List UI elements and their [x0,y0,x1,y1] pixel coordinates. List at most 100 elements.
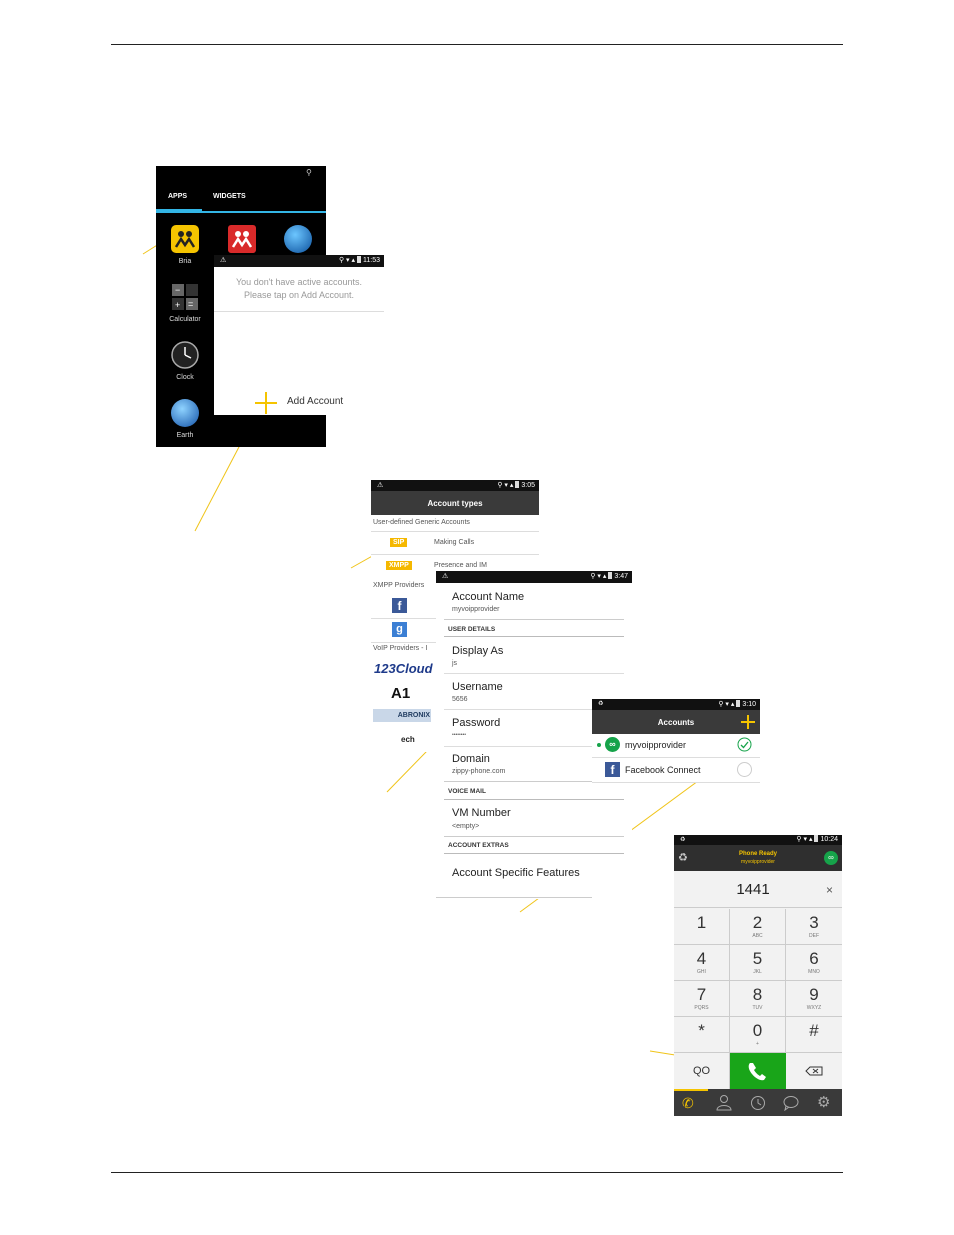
key-letters: PQRS [694,1005,709,1011]
divider [674,907,842,908]
svg-text:+: + [175,300,180,310]
logo-tech[interactable]: ech [401,735,415,744]
key-digit: # [809,1021,819,1040]
section-voip: VoIP Providers - I [373,645,428,652]
voicemail-icon: QO [692,1065,711,1077]
account-name-label[interactable]: Account Name [452,591,524,603]
password-label[interactable]: Password [452,717,500,729]
key-digit: 2 [752,913,763,932]
call-button[interactable] [730,1053,786,1089]
clear-icon[interactable]: × [826,883,833,897]
divider [214,311,384,312]
active-dot-icon [597,743,601,747]
tab-active-indicator [674,1089,708,1091]
keypad-key[interactable]: 6 MNO [786,945,842,981]
status-bar: ⚠ ⚲ ▾ ▴ 3:05 [371,480,539,491]
no-accounts-screen: ⚠ ⚲ ▾ ▴ 11:53 You don't have active accoun… [214,255,384,415]
voicemail-button[interactable]: QO [674,1053,730,1089]
xmpp-description[interactable]: Presence and IM [434,562,487,569]
password-value: •••••••• [452,732,467,738]
logo-123cloud[interactable]: 123Cloud [374,661,433,676]
tab-dialer-icon[interactable]: ✆ [682,1095,694,1112]
tab-history-icon[interactable] [750,1095,766,1111]
tab-apps[interactable]: APPS [168,193,187,200]
key-digit: 1 [696,913,707,932]
earth-icon[interactable] [171,399,199,427]
divider [444,836,624,837]
key-letters: DEF [809,933,819,939]
dialer-header [674,845,842,871]
display-as-value: js [452,660,458,667]
keypad: 1 2 ABC 3 DEF 4 GHI 5 JKL 6 MNO 7 PQRS 8 TUV 9 WXYZ * 0 + # [674,909,842,1053]
keypad-key[interactable]: 0 + [730,1017,786,1053]
tab-settings-icon[interactable]: ⚙ [817,1093,830,1111]
disabled-circle-icon[interactable] [737,762,752,777]
tab-contacts-icon[interactable] [716,1093,732,1111]
clock-icon[interactable] [171,341,199,369]
sip-badge[interactable]: SIP [390,538,408,547]
display-as-label[interactable]: Display As [452,645,503,657]
keypad-key[interactable]: 7 PQRS [674,981,730,1017]
section-user-details: USER DETAILS [448,626,496,633]
key-digit: 6 [809,949,819,968]
key-digit: 7 [696,985,707,1004]
divider [444,636,624,637]
tab-widgets[interactable]: WIDGETS [213,193,246,200]
calculator-icon[interactable]: − = + [171,283,199,311]
username-label[interactable]: Username [452,681,503,693]
vm-number-label[interactable]: VM Number [452,807,511,819]
account-name-facebook[interactable]: Facebook Connect [625,765,701,775]
tab-messages-icon[interactable] [783,1095,799,1112]
add-account-plus-icon[interactable] [740,714,756,730]
enabled-check-icon[interactable] [737,737,752,752]
keypad-key[interactable]: 9 WXYZ [786,981,842,1017]
divider [371,531,539,532]
divider [592,782,760,783]
dialed-number[interactable]: 1441 [674,881,832,898]
domain-label[interactable]: Domain [452,753,490,765]
status-bar: ⚠ ⚲ ▾ ▴ 3:47 [436,571,632,583]
keypad-key[interactable]: 4 GHI [674,945,730,981]
facebook-icon[interactable]: f [392,598,407,613]
keypad-key[interactable]: 3 DEF [786,909,842,945]
domain-value: zippy-phone.com [452,768,506,775]
keypad-key[interactable]: # [786,1017,842,1053]
account-status-icon[interactable]: ∞ [824,851,838,865]
app-label-clock: Clock [176,374,194,381]
google-icon[interactable]: g [392,622,407,637]
bria-alt-icon[interactable] [228,225,256,253]
keypad-key[interactable]: 5 JKL [730,945,786,981]
bria-icon[interactable] [171,225,199,253]
xmpp-badge[interactable]: XMPP [386,561,412,570]
status-bar: ⚲ [306,168,312,177]
phone-icon [748,1063,766,1081]
username-value: 5656 [452,696,468,703]
account-specific-features[interactable]: Account Specific Features [452,867,580,879]
browser-globe-icon[interactable] [284,225,312,253]
divider [444,799,624,800]
keypad-key[interactable]: 2 ABC [730,909,786,945]
tab-selected-underline [156,209,202,212]
backspace-button[interactable] [786,1053,842,1089]
divider [444,853,624,854]
keypad-key[interactable]: 8 TUV [730,981,786,1017]
vm-number-value: <empty> [452,823,480,830]
sip-description[interactable]: Making Calls [434,539,474,546]
add-account-plus-icon[interactable] [254,391,278,415]
app-label-bria: Bria [178,258,192,265]
key-letters: WXYZ [806,1005,822,1011]
logo-abronix[interactable]: ABRONIX [373,709,431,722]
accounts-screen: ♻ ⚲ ▾ ▴ 3:10 Accounts ∞ myvoipprovider f F… [592,699,760,783]
accounts-title: Accounts [657,718,695,727]
logo-a1[interactable]: A1 [391,685,410,702]
svg-text:−: − [175,285,180,295]
key-digit: 5 [752,949,763,968]
account-name-myvoipprovider[interactable]: myvoipprovider [625,740,686,750]
key-digit: * [698,1021,705,1040]
status-bar: ♻ ⚲ ▾ ▴ 10:24 [674,835,842,845]
account-name-value: myvoipprovider [452,606,500,613]
keypad-key[interactable]: 1 [674,909,730,945]
key-letters: JKL [753,969,762,975]
keypad-key[interactable]: * [674,1017,730,1053]
add-account-button[interactable]: Add Account [287,396,343,407]
